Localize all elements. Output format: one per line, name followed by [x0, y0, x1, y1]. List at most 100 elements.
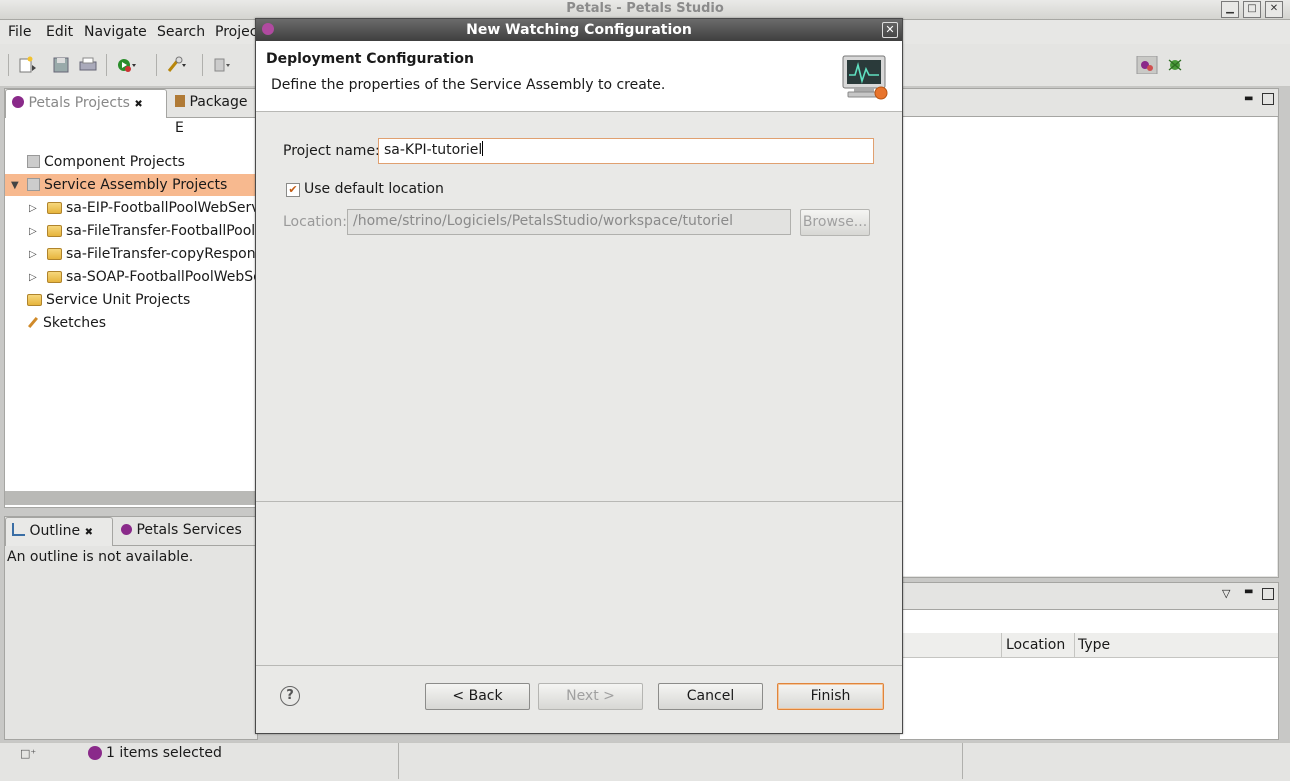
- monitor-icon: [842, 55, 888, 100]
- horizontal-scrollbar[interactable]: [5, 491, 257, 505]
- package-icon: [175, 95, 185, 107]
- status-divider: [962, 743, 963, 779]
- editor-content: [901, 117, 1277, 576]
- petals-icon: [88, 746, 102, 760]
- menu-project[interactable]: Projec: [215, 24, 257, 40]
- nav-icon[interactable]: [212, 56, 234, 74]
- tree-item-project[interactable]: ▷ sa-SOAP-FootballPoolWebSer: [5, 266, 255, 288]
- minimize-view-icon[interactable]: ▬: [1244, 93, 1253, 104]
- browse-button[interactable]: Browse...: [800, 209, 870, 236]
- new-icon[interactable]: [18, 56, 40, 74]
- debug-perspective-icon[interactable]: [1164, 56, 1186, 74]
- editor-area: ▬: [900, 88, 1279, 578]
- tree-label: Service Unit Projects: [46, 292, 191, 308]
- minimize-view-icon[interactable]: ▬: [1244, 586, 1253, 597]
- finish-button[interactable]: Finish: [777, 683, 884, 710]
- project-name-input[interactable]: sa-KPI-tutoriel: [378, 138, 874, 164]
- project-name-label: Project name:: [283, 143, 380, 159]
- location-input[interactable]: /home/strino/Logiciels/PetalsStudio/work…: [347, 209, 791, 235]
- folder-icon: [47, 225, 62, 237]
- maximize-view-icon[interactable]: [1262, 588, 1274, 600]
- tree-item-service-unit-projects[interactable]: Service Unit Projects: [27, 289, 255, 311]
- status-divider: [398, 743, 399, 779]
- dialog-divider: [256, 665, 902, 666]
- tab-package-explorer[interactable]: Package E: [169, 89, 257, 136]
- outline-message: An outline is not available.: [7, 549, 194, 565]
- tab-petals-projects[interactable]: Petals Projects ✖: [5, 89, 167, 118]
- close-window-button[interactable]: ✕: [1265, 1, 1283, 18]
- next-button[interactable]: Next >: [538, 683, 643, 710]
- petals-projects-panel: Petals Projects ✖ Package E Component Pr…: [4, 88, 258, 508]
- use-default-location-checkbox[interactable]: ✔: [286, 183, 300, 197]
- close-tab-icon[interactable]: ✖: [85, 527, 93, 538]
- petals-perspective-icon[interactable]: [1136, 56, 1158, 74]
- column-type[interactable]: Type: [1078, 637, 1110, 653]
- toolbar-separator: [202, 54, 203, 76]
- fast-view-icon[interactable]: □⁺: [20, 747, 36, 760]
- project-name-value: sa-KPI-tutoriel: [384, 142, 483, 158]
- tree-label: sa-SOAP-FootballPoolWebSer: [66, 269, 255, 285]
- expand-arrow-icon[interactable]: ▷: [29, 244, 37, 265]
- tree-label: sa-FileTransfer-copyResponse: [66, 246, 255, 262]
- maximize-button[interactable]: □: [1243, 1, 1261, 18]
- expand-arrow-icon[interactable]: ▷: [29, 198, 37, 219]
- petals-icon: [121, 524, 132, 535]
- window-title: Petals - Petals Studio: [566, 1, 724, 16]
- main-title-bar: Petals - Petals Studio ▁ □ ✕: [0, 0, 1290, 20]
- back-button[interactable]: < Back: [425, 683, 530, 710]
- tree-item-project[interactable]: ▷ sa-FileTransfer-FootballPoolW: [5, 220, 255, 242]
- tree-item-project[interactable]: ▷ sa-EIP-FootballPoolWebServic: [5, 197, 255, 219]
- project-tab-bar: Petals Projects ✖ Package E: [5, 89, 257, 136]
- tree-item-project[interactable]: ▷ sa-FileTransfer-copyResponse: [5, 243, 255, 265]
- tree-item-sketches[interactable]: Sketches: [27, 312, 255, 334]
- new-watching-configuration-dialog: New Watching Configuration ✕ Deployment …: [255, 18, 903, 734]
- column-divider: [1001, 633, 1002, 657]
- tree-label: Service Assembly Projects: [44, 177, 228, 193]
- tools-icon[interactable]: [166, 56, 188, 74]
- dialog-header: Deployment Configuration Define the prop…: [256, 41, 902, 112]
- assembly-icon: [27, 178, 40, 191]
- view-menu-icon[interactable]: ▽: [1222, 587, 1230, 600]
- header-description: Define the properties of the Service Ass…: [271, 77, 666, 93]
- cancel-button[interactable]: Cancel: [658, 683, 763, 710]
- tree-item-component-projects[interactable]: Component Projects: [27, 151, 255, 173]
- help-icon[interactable]: ?: [280, 686, 300, 706]
- menu-search[interactable]: Search: [157, 24, 205, 40]
- toolbar-separator: [8, 54, 9, 76]
- component-icon: [27, 155, 40, 168]
- outline-icon: [12, 523, 25, 536]
- column-divider: [1074, 633, 1075, 657]
- tab-label: Outline: [29, 523, 81, 539]
- menu-edit[interactable]: Edit: [46, 24, 73, 40]
- tab-outline[interactable]: Outline ✖: [5, 517, 113, 546]
- dialog-close-button[interactable]: ✕: [882, 22, 898, 38]
- outline-tab-bar: Outline ✖ Petals Services: [5, 517, 257, 546]
- location-label: Location:: [283, 214, 347, 230]
- minimize-button[interactable]: ▁: [1221, 1, 1239, 18]
- collapse-arrow-icon[interactable]: ▼: [11, 175, 19, 196]
- print-icon[interactable]: [78, 56, 100, 74]
- dialog-divider: [256, 501, 902, 502]
- folder-icon: [27, 294, 42, 306]
- tree-item-service-assembly-projects[interactable]: ▼ Service Assembly Projects: [5, 174, 255, 196]
- tab-label: Package E: [175, 94, 248, 136]
- use-default-location-label[interactable]: Use default location: [304, 181, 444, 197]
- tree-label: Component Projects: [44, 154, 185, 170]
- column-location[interactable]: Location: [1006, 637, 1065, 653]
- run-icon[interactable]: [116, 56, 138, 74]
- expand-arrow-icon[interactable]: ▷: [29, 221, 37, 242]
- tab-petals-services[interactable]: Petals Services: [115, 517, 248, 545]
- menu-navigate[interactable]: Navigate: [84, 24, 147, 40]
- table-header: Location Type: [900, 633, 1278, 658]
- expand-arrow-icon[interactable]: ▷: [29, 267, 37, 288]
- save-icon[interactable]: [52, 56, 74, 74]
- menu-file[interactable]: File: [8, 24, 31, 40]
- tab-label: Petals Projects: [28, 95, 130, 111]
- maximize-view-icon[interactable]: [1262, 93, 1274, 105]
- tab-label: Petals Services: [136, 522, 242, 538]
- status-text: 1 items selected: [106, 745, 222, 761]
- close-tab-icon[interactable]: ✖: [134, 99, 142, 110]
- tree-label: sa-EIP-FootballPoolWebServic: [66, 200, 255, 216]
- outline-panel: Outline ✖ Petals Services An outline is …: [4, 516, 258, 740]
- toolbar-separator: [106, 54, 107, 76]
